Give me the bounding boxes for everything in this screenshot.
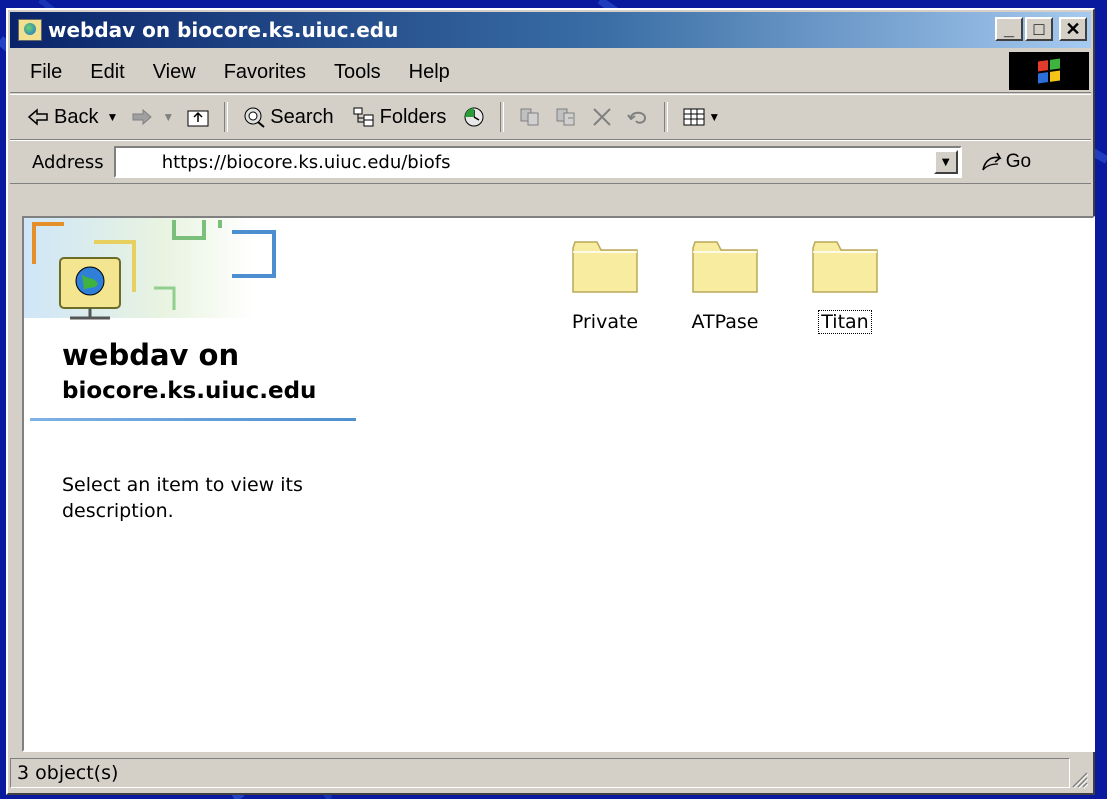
go-arrow-icon xyxy=(981,152,1002,171)
folder-item-titan[interactable]: Titan xyxy=(790,238,900,334)
undo-icon xyxy=(627,111,647,124)
folder-icon xyxy=(572,241,638,293)
toolbar-separator xyxy=(224,102,229,132)
back-button[interactable]: Back ▼ xyxy=(10,106,124,129)
window-controls: _ □ ✕ xyxy=(995,17,1087,41)
sidebar-description: Select an item to view its description. xyxy=(62,474,303,522)
up-folder-icon xyxy=(187,110,209,127)
forward-button[interactable]: ▼ xyxy=(124,106,180,128)
address-dropdown-icon[interactable]: ▼ xyxy=(933,150,958,174)
history-icon xyxy=(464,107,484,127)
views-dropdown-icon[interactable]: ▼ xyxy=(708,110,720,124)
folder-item-private[interactable]: Private xyxy=(550,238,660,333)
explorer-window: webdav on biocore.ks.uiuc.edu _ □ ✕ File… xyxy=(6,8,1095,795)
address-value: https://biocore.ks.uiuc.edu/biofs xyxy=(161,151,451,173)
menu-edit[interactable]: Edit xyxy=(76,61,138,84)
menu-tools[interactable]: Tools xyxy=(320,61,395,84)
folders-label: Folders xyxy=(379,105,447,128)
folder-item-atpase[interactable]: ATPase xyxy=(670,238,780,333)
up-folder-button[interactable] xyxy=(180,106,216,128)
sidebar-subtitle: biocore.ks.uiuc.edu xyxy=(62,378,317,404)
views-grid-icon xyxy=(683,108,705,126)
search-icon xyxy=(244,107,265,128)
delete-x-icon xyxy=(593,108,612,126)
move-to-icon xyxy=(520,108,539,126)
maximize-icon: □ xyxy=(1033,19,1045,39)
folder-view[interactable]: webdav on biocore.ks.uiuc.edu Select an … xyxy=(22,216,1095,752)
resize-grip-icon[interactable] xyxy=(1069,769,1089,789)
address-label: Address xyxy=(32,151,104,173)
folders-button[interactable]: Folders xyxy=(346,106,453,129)
menu-favorites[interactable]: Favorites xyxy=(210,61,320,84)
webdav-banner-graphic xyxy=(24,218,276,320)
menu-bar: File Edit View Favorites Tools Help xyxy=(10,52,1091,93)
views-button[interactable]: ▼ xyxy=(676,106,726,128)
address-bar: Address https://biocore.ks.uiuc.edu/biof… xyxy=(10,140,1091,184)
windows-flag-icon xyxy=(1038,58,1060,84)
back-dropdown-icon[interactable]: ▼ xyxy=(106,110,118,124)
go-button[interactable]: Go xyxy=(980,150,1031,174)
move-to-button[interactable] xyxy=(512,106,548,128)
delete-button[interactable] xyxy=(584,106,620,128)
sidebar-divider xyxy=(30,418,356,421)
minimize-icon: _ xyxy=(1003,19,1014,39)
forward-dropdown-icon[interactable]: ▼ xyxy=(162,110,174,124)
windows-logo xyxy=(1009,52,1089,90)
toolbar-separator xyxy=(500,102,505,132)
minimize-button[interactable]: _ xyxy=(995,17,1023,41)
folder-icon xyxy=(692,241,758,293)
folder-label-private: Private xyxy=(571,311,639,333)
folder-globe-icon xyxy=(18,19,42,41)
close-button[interactable]: ✕ xyxy=(1059,17,1087,41)
sidebar-title: webdav on xyxy=(62,338,240,372)
maximize-button[interactable]: □ xyxy=(1025,17,1053,41)
folder-label-atpase: ATPase xyxy=(691,311,759,333)
menu-file[interactable]: File xyxy=(10,61,76,84)
search-label: Search xyxy=(270,105,334,128)
folders-tree-icon xyxy=(353,107,374,127)
history-button[interactable] xyxy=(456,106,492,128)
back-arrow-icon xyxy=(27,108,48,126)
forward-arrow-icon xyxy=(132,108,153,126)
close-icon: ✕ xyxy=(1065,19,1081,39)
standard-toolbar: Back ▼ ▼ Search Folders ▼ xyxy=(10,94,1091,140)
copy-to-button[interactable] xyxy=(548,106,584,128)
folder-icon xyxy=(812,241,878,293)
status-text: 3 object(s) xyxy=(10,758,1070,788)
copy-to-icon xyxy=(556,108,575,126)
address-input[interactable]: https://biocore.ks.uiuc.edu/biofs ▼ xyxy=(113,146,962,178)
title-bar[interactable]: webdav on biocore.ks.uiuc.edu _ □ ✕ xyxy=(10,12,1091,48)
search-button[interactable]: Search xyxy=(236,106,339,129)
folder-label-titan: Titan xyxy=(818,310,872,334)
go-label: Go xyxy=(1005,151,1032,172)
undo-button[interactable] xyxy=(620,106,656,128)
status-bar: 3 object(s) xyxy=(10,755,1091,791)
web-view-panel: webdav on biocore.ks.uiuc.edu Select an … xyxy=(24,218,364,750)
toolbar-separator xyxy=(664,102,669,132)
menu-view[interactable]: View xyxy=(139,61,210,84)
back-label: Back xyxy=(54,105,99,128)
menu-help[interactable]: Help xyxy=(395,61,464,84)
window-title: webdav on biocore.ks.uiuc.edu xyxy=(48,18,399,42)
